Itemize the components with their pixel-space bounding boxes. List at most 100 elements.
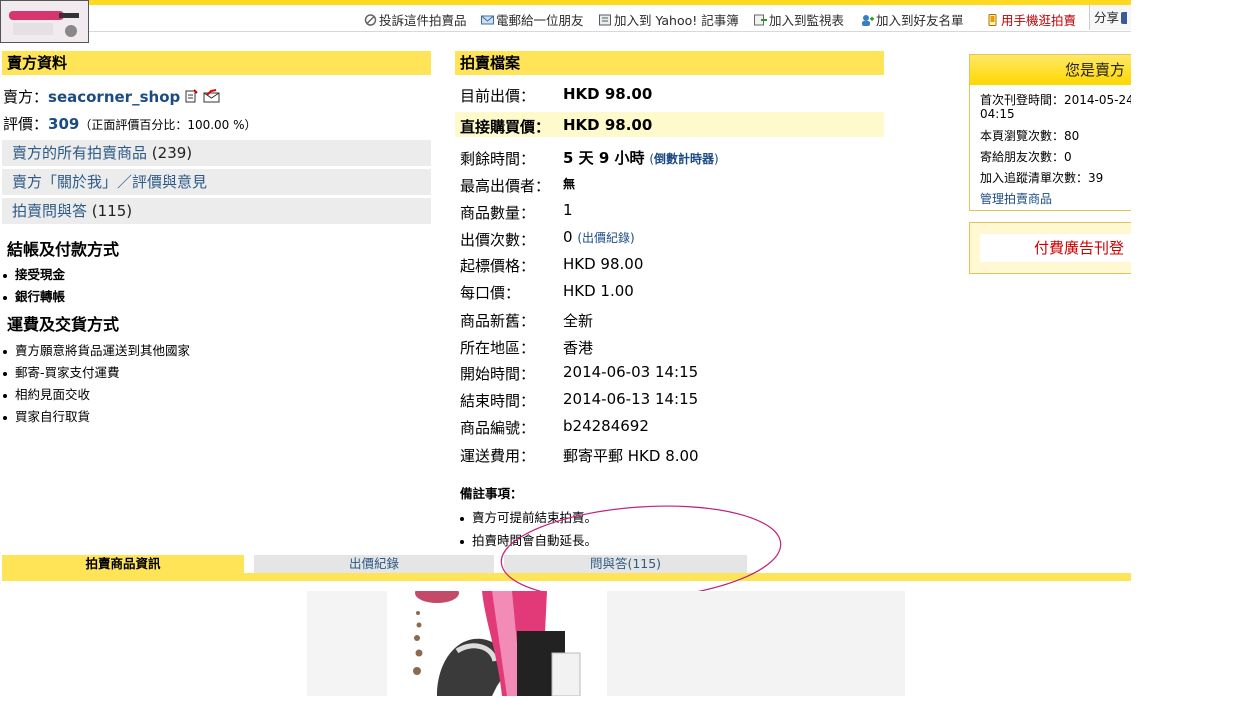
report-item-link[interactable]: 投訴這件拍賣品 bbox=[364, 10, 467, 29]
add-friend-link[interactable]: 加入到好友名單 bbox=[861, 10, 964, 29]
add-watchlist-label: 加入到監視表 bbox=[769, 13, 845, 28]
add-notebook-link[interactable]: 加入到 Yahoo! 記事簿 bbox=[599, 10, 739, 29]
location-label: 所在地區： bbox=[460, 339, 536, 357]
sent-to-friends-count: 寄給朋友次數：0 bbox=[980, 150, 1072, 164]
current-bid-value: HKD 98.00 bbox=[563, 85, 653, 103]
shipping-method-item: 賣方願意將貨品運送到其他國家 bbox=[3, 340, 190, 359]
prohibited-icon bbox=[364, 13, 377, 26]
shipping-cost-label: 運送費用： bbox=[460, 447, 536, 465]
contact-seller-icon[interactable] bbox=[203, 89, 221, 103]
shipping-method-label: 賣方願意將貨品運送到其他國家 bbox=[15, 343, 191, 358]
time-left-value: 5 天 9 小時 bbox=[563, 149, 645, 167]
shipping-method-item: 郵寄-買家支付運費 bbox=[3, 362, 120, 381]
countdown-timer-link[interactable]: 倒數計時器 bbox=[654, 152, 714, 166]
paid-ad-link[interactable]: 付費廣告刊登 bbox=[980, 234, 1132, 262]
annotation-ellipse bbox=[500, 505, 782, 601]
rating-label: 評價： bbox=[3, 115, 49, 133]
payment-methods-heading: 結帳及付款方式 bbox=[7, 240, 120, 259]
notebook-icon bbox=[599, 14, 611, 25]
seller-status-panel: 您是賣方 首次刊登時間：2014-05-24 04:15 本頁瀏覽次數：80 寄… bbox=[969, 54, 1131, 211]
bullet-dot bbox=[460, 516, 464, 521]
shipping-method-label: 郵寄-買家支付運費 bbox=[15, 365, 120, 380]
buy-now-value: HKD 98.00 bbox=[563, 116, 653, 134]
auction-qa-label: 拍賣問與答 bbox=[12, 202, 88, 220]
share-button[interactable]: 分享 bbox=[1089, 5, 1132, 30]
envelope-icon bbox=[481, 15, 494, 24]
shipping-methods-heading: 運費及交貨方式 bbox=[7, 315, 120, 334]
item-id-label: 商品編號： bbox=[460, 419, 536, 437]
start-price-label: 起標價格： bbox=[460, 257, 536, 275]
shipping-method-item: 買家自行取貨 bbox=[3, 406, 90, 425]
notes-heading: 備註事項： bbox=[460, 486, 523, 501]
action-toolbar: 投訴這件拍賣品 電郵給一位朋友 加入到 Yahoo! 記事簿 加入到監視表 加入… bbox=[89, 5, 1132, 32]
bullet-dot bbox=[3, 415, 7, 420]
report-item-label: 投訴這件拍賣品 bbox=[379, 13, 467, 28]
add-notebook-label: 加入到 Yahoo! 記事簿 bbox=[614, 13, 739, 28]
seller-name-link[interactable]: seacorner_shop bbox=[48, 88, 180, 106]
seller-memo-icon[interactable] bbox=[185, 89, 198, 103]
manage-items-link[interactable]: 管理拍賣商品 bbox=[970, 192, 1131, 206]
thumbnail-image bbox=[1, 1, 88, 42]
start-time-value: 2014-06-03 14:15 bbox=[563, 363, 699, 381]
mobile-phone-icon bbox=[988, 13, 997, 26]
bid-increment-value: HKD 1.00 bbox=[563, 282, 634, 300]
tab-item-info[interactable]: 拍賣商品資訊 bbox=[2, 555, 244, 573]
seller-about-me-label: 賣方「關於我」／評價與意見 bbox=[12, 173, 208, 191]
seller-rating-row: 評價：309（正面評價百分比：100.00 %） bbox=[3, 113, 257, 134]
bid-count-value: 0 bbox=[563, 228, 573, 246]
buy-now-label: 直接購買價： bbox=[460, 118, 551, 136]
tracking-list-count: 加入追蹤清單次數：39 bbox=[980, 171, 1104, 185]
bid-history-link[interactable]: 出價紀錄 bbox=[582, 231, 630, 245]
end-time-label: 結束時間： bbox=[460, 392, 536, 410]
current-bid-label: 目前出價： bbox=[460, 87, 536, 105]
rating-percentage: （正面評價百分比：100.00 %） bbox=[79, 118, 257, 132]
mobile-bid-label: 用手機逛拍賣 bbox=[1001, 13, 1077, 28]
auction-qa-link[interactable]: 拍賣問與答 (115) bbox=[2, 198, 431, 224]
high-bidder-value: 無 bbox=[563, 177, 576, 191]
email-friend-link[interactable]: 電郵給一位朋友 bbox=[481, 10, 584, 29]
tab-bid-history[interactable]: 出價紀錄 bbox=[254, 555, 494, 573]
hair-styler-photo bbox=[307, 591, 905, 696]
product-image[interactable] bbox=[307, 591, 905, 696]
email-friend-label: 電郵給一位朋友 bbox=[496, 13, 584, 28]
seller-all-items-link[interactable]: 賣方的所有拍賣商品 (239) bbox=[2, 140, 431, 166]
item-thumbnail[interactable] bbox=[0, 0, 89, 43]
mobile-bid-link[interactable]: 用手機逛拍賣 bbox=[986, 10, 1076, 29]
seller-name-row: 賣方：seacorner_shop bbox=[3, 86, 221, 107]
page-views-count: 本頁瀏覽次數：80 bbox=[980, 129, 1080, 143]
bullet-dot bbox=[3, 349, 7, 354]
first-listed-time: 首次刊登時間：2014-05-24 bbox=[980, 93, 1131, 107]
location-value: 香港 bbox=[563, 339, 594, 357]
seller-all-items-label: 賣方的所有拍賣商品 bbox=[12, 144, 148, 162]
seller-about-me-link[interactable]: 賣方「關於我」／評價與意見 bbox=[2, 169, 431, 195]
bullet-dot bbox=[3, 393, 7, 398]
payment-method-transfer: 銀行轉帳 bbox=[15, 289, 66, 304]
share-label: 分享 bbox=[1094, 10, 1120, 25]
payment-method-item: 銀行轉帳 bbox=[3, 286, 65, 305]
add-watchlist-link[interactable]: 加入到監視表 bbox=[754, 10, 844, 29]
rating-value-link[interactable]: 309 bbox=[48, 115, 79, 133]
add-friend-icon bbox=[862, 14, 874, 26]
payment-method-cash: 接受現金 bbox=[15, 267, 66, 282]
payment-method-item: 接受現金 bbox=[3, 264, 65, 283]
bullet-dot bbox=[3, 371, 7, 376]
first-listed-time-cont: 04:15 bbox=[980, 107, 1015, 121]
item-id-value: b24284692 bbox=[563, 417, 649, 435]
start-time-label: 開始時間： bbox=[460, 365, 536, 383]
bullet-dot bbox=[3, 295, 7, 300]
seller-label: 賣方： bbox=[3, 88, 49, 106]
watchlist-add-icon bbox=[754, 14, 767, 25]
start-price-value: HKD 98.00 bbox=[563, 255, 644, 273]
you-are-seller-heading: 您是賣方 bbox=[970, 55, 1131, 85]
seller-all-items-count: (239) bbox=[151, 144, 193, 162]
time-left-row: 5 天 9 小時 (倒數計時器) bbox=[563, 149, 719, 167]
paid-ad-panel: 付費廣告刊登 bbox=[969, 222, 1132, 274]
bid-count-label: 出價次數： bbox=[460, 231, 536, 249]
shipping-method-item: 相約見面交收 bbox=[3, 384, 90, 403]
shipping-method-label: 相約見面交收 bbox=[15, 387, 91, 402]
condition-value: 全新 bbox=[563, 312, 594, 330]
auction-profile-header: 拍賣檔案 bbox=[455, 51, 884, 75]
bullet-dot bbox=[3, 273, 7, 278]
auction-qa-count: (115) bbox=[91, 202, 133, 220]
condition-label: 商品新舊： bbox=[460, 312, 536, 330]
